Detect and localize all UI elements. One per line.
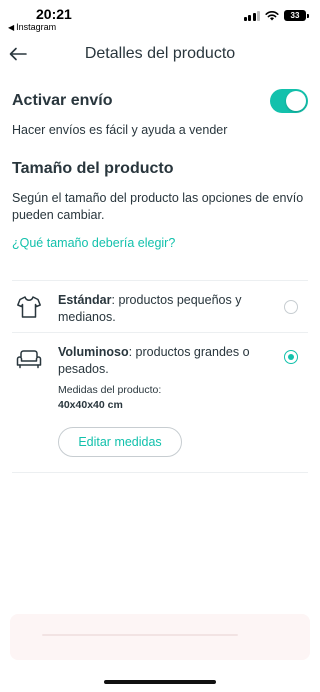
sofa-icon <box>16 350 42 369</box>
status-bar: 20:21 ◀ Instagram 33 <box>0 0 320 36</box>
size-option-bulky[interactable]: Voluminoso: productos grandes o pesados. <box>12 342 308 382</box>
status-icons: 33 <box>243 10 309 21</box>
standard-radio[interactable] <box>284 300 298 314</box>
bulky-option-text: Voluminoso: productos grandes o pesados. <box>58 344 268 378</box>
back-app-label: Instagram <box>16 22 57 32</box>
standard-option-name: Estándar <box>58 293 112 307</box>
divider <box>12 332 308 333</box>
status-time: 20:21 <box>36 6 72 22</box>
top-nav: Detalles del producto <box>0 36 320 72</box>
shipping-toggle[interactable] <box>270 89 308 113</box>
measures-value: 40x40x40 cm <box>58 399 123 411</box>
shipping-toggle-row: Activar envío <box>12 88 308 114</box>
measures-label: Medidas del producto: <box>58 384 162 396</box>
size-option-standard[interactable]: Estándar: productos pequeños y medianos. <box>12 290 308 330</box>
cellular-signal-icon <box>243 10 260 21</box>
size-help-link[interactable]: ¿Qué tamaño debería elegir? <box>12 236 308 250</box>
tshirt-icon <box>17 296 41 318</box>
home-indicator <box>104 680 216 684</box>
standard-option-text: Estándar: productos pequeños y medianos. <box>58 292 268 326</box>
page-title: Detalles del producto <box>84 45 236 62</box>
bulky-option-name: Voluminoso <box>58 345 129 359</box>
shipping-title: Activar envío <box>12 92 113 109</box>
back-to-app-link[interactable]: ◀ Instagram <box>8 22 56 32</box>
bulky-radio-selected[interactable] <box>284 350 298 364</box>
wifi-icon <box>265 11 279 21</box>
edit-measures-button[interactable]: Editar medidas <box>58 427 182 457</box>
size-title: Tamaño del producto <box>12 160 174 177</box>
toggle-knob <box>286 91 306 111</box>
battery-icon: 33 <box>284 10 309 21</box>
divider <box>12 280 308 281</box>
back-triangle-icon: ◀ <box>8 22 15 32</box>
size-description: Según el tamaño del producto las opcione… <box>12 191 304 222</box>
bottom-placeholder-bar <box>42 634 238 636</box>
shipping-description: Hacer envíos es fácil y ayuda a vender <box>12 123 228 137</box>
divider <box>12 472 308 473</box>
bottom-action-bar <box>10 614 310 660</box>
